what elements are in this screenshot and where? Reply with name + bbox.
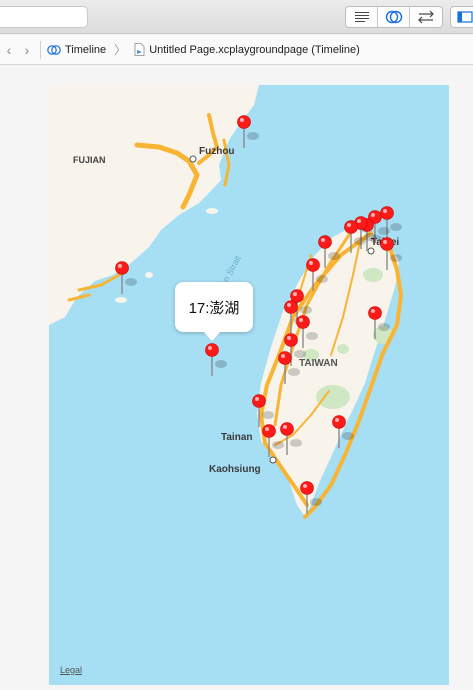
venn-circles-icon [47,44,61,55]
version-editor-button[interactable] [410,7,442,27]
venn-circles-icon [385,10,402,24]
city-marker [189,155,197,163]
breadcrumb-page-label: Untitled Page.xcplaygroundpage (Timeline… [149,43,360,56]
city-marker [367,247,375,255]
standard-editor-button[interactable] [346,7,378,27]
chevron-right-icon: › [24,41,30,58]
sidebar-panel-icon [457,11,473,23]
assistant-editor-button[interactable] [378,7,410,27]
map-pin[interactable] [205,343,228,377]
jump-bar: ‹ › Timeline 〉 Untitled Page.xcplaygroun… [0,35,473,65]
forward-button[interactable]: › [18,35,36,65]
islet [115,297,127,303]
city-label: Fuzhou [199,146,235,157]
breadcrumb-timeline-label: Timeline [65,43,107,56]
region-label: TAIWAN [299,358,338,369]
jump-bar-divider [40,40,41,59]
city-label: Tainan [221,432,252,443]
chevron-right-icon: 〉 [114,43,127,57]
city-label: Kaohsiung [209,464,261,475]
swap-arrows-icon [418,10,434,24]
pin-callout[interactable]: 17:澎湖 [175,282,253,341]
editor-mode-control[interactable] [345,6,443,28]
lines-icon [354,12,369,22]
navigator-toggle[interactable] [450,6,473,28]
breadcrumb-page[interactable]: Untitled Page.xcplaygroundpage (Timeline… [134,43,360,56]
map-pin[interactable] [115,261,138,295]
park-area [337,344,349,354]
region-label: FUJIAN [73,155,106,165]
park-area [363,268,383,282]
playground-file-icon [134,43,145,56]
chevron-left-icon: ‹ [6,41,12,58]
map-pin[interactable] [237,115,260,149]
map-view[interactable]: FUJIAN Fuzhou Taipei TAIWAN Tainan Kaohs… [49,85,449,685]
navigator-panel-button[interactable] [451,7,473,27]
activity-field [0,6,88,28]
park-area [316,385,350,409]
map-canvas: FUJIAN Fuzhou Taipei TAIWAN Tainan Kaohs… [49,85,403,519]
breadcrumb: Timeline 〉 Untitled Page.xcplaygroundpag… [47,41,360,58]
islet [206,208,218,214]
window-toolbar [0,0,473,34]
back-button[interactable]: ‹ [0,35,18,65]
islet [145,272,153,278]
legal-link[interactable]: Legal [60,665,82,675]
city-marker [269,456,277,464]
breadcrumb-timeline[interactable]: Timeline [47,44,106,56]
